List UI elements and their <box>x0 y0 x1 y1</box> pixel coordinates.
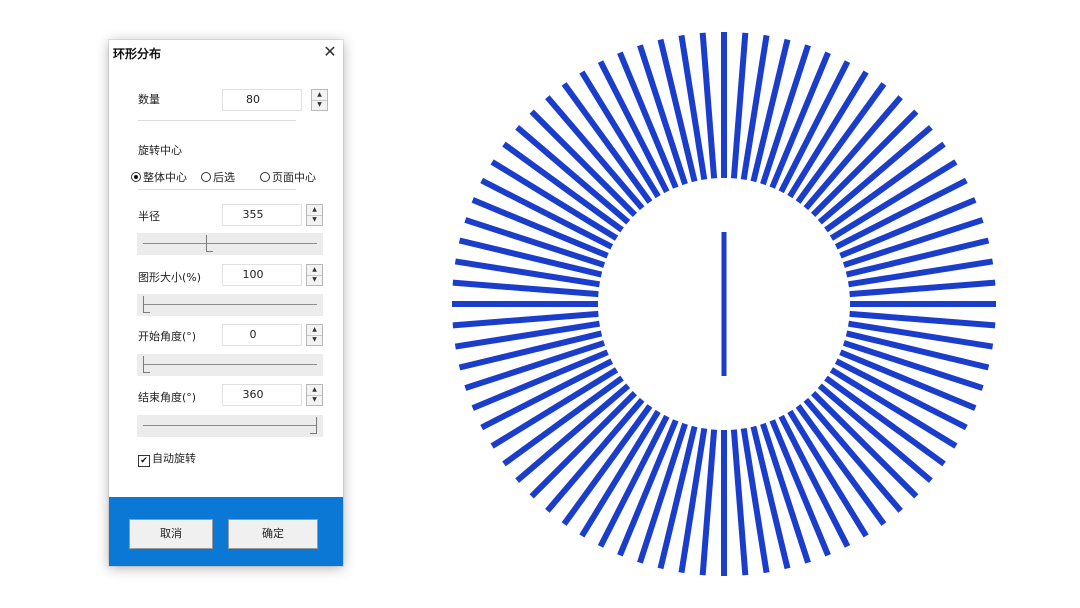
radio-last-selected-label: 后选 <box>213 171 235 184</box>
checkmark-icon: ✔ <box>138 455 150 467</box>
slider-track <box>143 243 317 244</box>
shape-size-stepper[interactable]: ▲ ▼ <box>306 264 323 286</box>
divider <box>138 189 296 190</box>
start-angle-down-arrow-icon[interactable]: ▼ <box>307 335 322 345</box>
start-angle-slider-thumb[interactable] <box>143 356 150 373</box>
slider-track <box>143 304 317 305</box>
radial-bar <box>454 258 601 288</box>
radial-bar <box>847 258 994 288</box>
shape-size-input[interactable]: 100 <box>222 264 302 286</box>
circular-distribution-dialog: 环形分布 ✕ 数量 80 ▲ ▼ 旋转中心 整体中心 后选 页面中心 半径 35… <box>109 40 343 566</box>
shape-size-label: 图形大小(%) <box>138 271 202 284</box>
radial-bar <box>699 32 718 179</box>
divider <box>138 120 296 121</box>
dialog-title: 环形分布 <box>113 47 162 61</box>
slider-track <box>143 425 317 426</box>
end-angle-label: 结束角度(°) <box>138 391 197 404</box>
end-angle-stepper[interactable]: ▲ ▼ <box>306 384 323 406</box>
end-angle-slider[interactable] <box>137 415 323 437</box>
radial-bar <box>678 34 708 181</box>
radial-bar <box>849 310 996 329</box>
end-angle-down-arrow-icon[interactable]: ▼ <box>307 395 322 405</box>
radius-slider[interactable] <box>137 233 323 255</box>
count-input[interactable]: 80 <box>222 89 302 111</box>
radius-label: 半径 <box>138 210 160 223</box>
radio-whole-center-label: 整体中心 <box>143 171 187 184</box>
radial-bar <box>847 320 994 350</box>
end-angle-slider-thumb[interactable] <box>310 417 317 434</box>
radius-slider-thumb[interactable] <box>206 235 214 252</box>
radio-last-selected[interactable]: 后选 <box>201 169 235 185</box>
start-angle-label: 开始角度(°) <box>138 330 197 343</box>
radius-input[interactable]: 355 <box>222 204 302 226</box>
count-stepper[interactable]: ▲ ▼ <box>311 89 328 111</box>
radial-bar <box>452 279 599 298</box>
close-icon[interactable]: ✕ <box>321 43 339 61</box>
auto-rotate-checkbox[interactable]: ✔ 自动旋转 <box>138 450 196 467</box>
radio-page-center[interactable]: 页面中心 <box>260 169 316 185</box>
radial-bars-graphic <box>452 32 996 576</box>
radial-bar <box>678 427 708 574</box>
radio-whole-center[interactable]: 整体中心 <box>131 169 187 185</box>
rotation-center-label: 旋转中心 <box>138 144 182 157</box>
radius-down-arrow-icon[interactable]: ▼ <box>307 215 322 225</box>
radial-bar <box>454 320 601 350</box>
radial-bar <box>699 429 718 576</box>
count-label: 数量 <box>138 93 160 106</box>
shape-size-slider[interactable] <box>137 294 323 316</box>
radio-selected-icon <box>131 172 141 182</box>
start-angle-input[interactable]: 0 <box>222 324 302 346</box>
radial-bar <box>730 32 749 179</box>
slider-track <box>143 364 317 365</box>
shape-size-slider-thumb[interactable] <box>143 296 150 313</box>
dialog-footer: 取消 确定 <box>109 497 343 566</box>
ok-button[interactable]: 确定 <box>228 519 318 549</box>
auto-rotate-label: 自动旋转 <box>152 452 196 465</box>
count-down-arrow-icon[interactable]: ▼ <box>312 100 327 110</box>
radio-unselected-icon <box>201 172 211 182</box>
radius-stepper[interactable]: ▲ ▼ <box>306 204 323 226</box>
shape-size-down-arrow-icon[interactable]: ▼ <box>307 275 322 285</box>
radial-bar <box>452 310 599 329</box>
radio-page-center-label: 页面中心 <box>272 171 316 184</box>
radial-bar <box>730 429 749 576</box>
cancel-button[interactable]: 取消 <box>129 519 213 549</box>
start-angle-stepper[interactable]: ▲ ▼ <box>306 324 323 346</box>
end-angle-input[interactable]: 360 <box>222 384 302 406</box>
radial-bar <box>740 427 770 574</box>
start-angle-slider[interactable] <box>137 354 323 376</box>
radial-bar <box>740 34 770 181</box>
radio-unselected-icon <box>260 172 270 182</box>
radial-bar <box>849 279 996 298</box>
